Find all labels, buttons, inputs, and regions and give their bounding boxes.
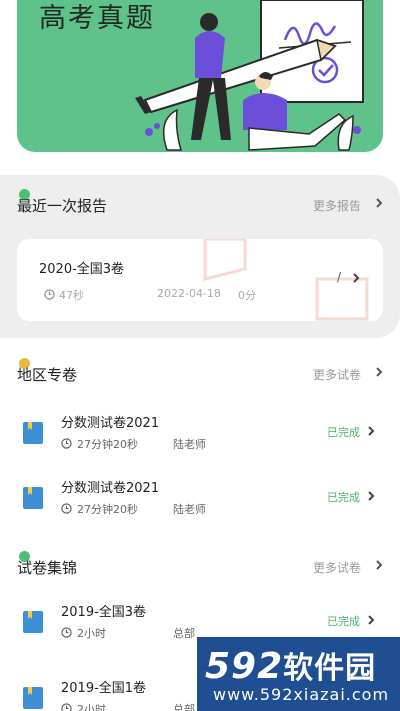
- paper-time: 27分钟20秒: [77, 503, 138, 516]
- paper-title: 2019-全国3卷: [61, 605, 147, 620]
- clock-icon: [61, 627, 72, 638]
- report-score: 0分: [238, 289, 256, 302]
- book-icon: [23, 422, 43, 444]
- chevron-right-icon[interactable]: [366, 423, 378, 439]
- chevron-right-icon[interactable]: [371, 557, 387, 573]
- chevron-right-icon[interactable]: [371, 195, 387, 211]
- section-title: 地区专卷: [17, 366, 78, 384]
- paper-author: 陆老师: [173, 438, 206, 451]
- book-icon: [23, 687, 43, 709]
- clock-icon: [44, 289, 55, 300]
- site-watermark: 592软件园 www.592xiazai.com: [197, 637, 400, 711]
- hero-banner[interactable]: 高考真题: [17, 0, 383, 152]
- chevron-right-icon[interactable]: [366, 612, 378, 628]
- chevron-right-icon[interactable]: [350, 270, 364, 286]
- paper-time: 2小时: [77, 627, 106, 640]
- report-duration: 47秒: [59, 289, 84, 302]
- paper-time: 27分钟20秒: [77, 438, 138, 451]
- paper-author: 陆老师: [173, 503, 206, 516]
- report-title: 2020-全国3卷: [39, 262, 125, 277]
- card-decoration: [203, 239, 369, 321]
- status-badge: 已完成: [327, 615, 360, 628]
- paper-title: 分数测试卷2021: [61, 416, 160, 431]
- clock-icon: [61, 503, 72, 514]
- clock-icon: [61, 438, 72, 449]
- report-date: 2022-04-18: [157, 287, 221, 300]
- watermark-cn: 软件园: [283, 651, 377, 686]
- status-badge: 已完成: [327, 426, 360, 439]
- watermark-url: www.592xiazai.com: [213, 685, 390, 704]
- book-icon: [23, 487, 43, 509]
- regional-header: 地区专卷 更多试卷: [17, 358, 387, 388]
- chevron-right-icon[interactable]: [371, 364, 387, 380]
- report-slash: /: [337, 270, 342, 284]
- recent-report-section: 最近一次报告 更多报告 2020-全国3卷 47秒 2022-04-18 0分 …: [0, 175, 400, 338]
- report-card[interactable]: 2020-全国3卷 47秒 2022-04-18 0分 /: [17, 239, 383, 321]
- chevron-right-icon[interactable]: [366, 488, 378, 504]
- paper-title: 分数测试卷2021: [61, 481, 160, 496]
- more-papers-link[interactable]: 更多试卷: [313, 366, 361, 383]
- section-title: 试卷集锦: [17, 559, 78, 577]
- collection-header: 试卷集锦 更多试卷: [17, 551, 387, 581]
- list-item[interactable]: 分数测试卷2021 27分钟20秒 陆老师 已完成: [0, 477, 400, 537]
- clock-icon: [61, 703, 72, 711]
- section-title: 最近一次报告: [17, 197, 108, 215]
- paper-author: 总部: [173, 703, 195, 711]
- status-badge: 已完成: [327, 491, 360, 504]
- banner-title: 高考真题: [39, 3, 155, 34]
- more-papers-link[interactable]: 更多试卷: [313, 559, 361, 576]
- watermark-number: 592: [205, 646, 284, 687]
- more-reports-link[interactable]: 更多报告: [313, 197, 361, 214]
- list-item[interactable]: 分数测试卷2021 27分钟20秒 陆老师 已完成: [0, 412, 400, 472]
- recent-report-header: 最近一次报告 更多报告: [17, 189, 387, 219]
- paper-time: 2小时: [77, 703, 106, 711]
- watermark-brand: 592软件园: [205, 643, 376, 687]
- paper-title: 2019-全国1卷: [61, 681, 147, 696]
- book-icon: [23, 611, 43, 633]
- paper-author: 总部: [173, 627, 195, 640]
